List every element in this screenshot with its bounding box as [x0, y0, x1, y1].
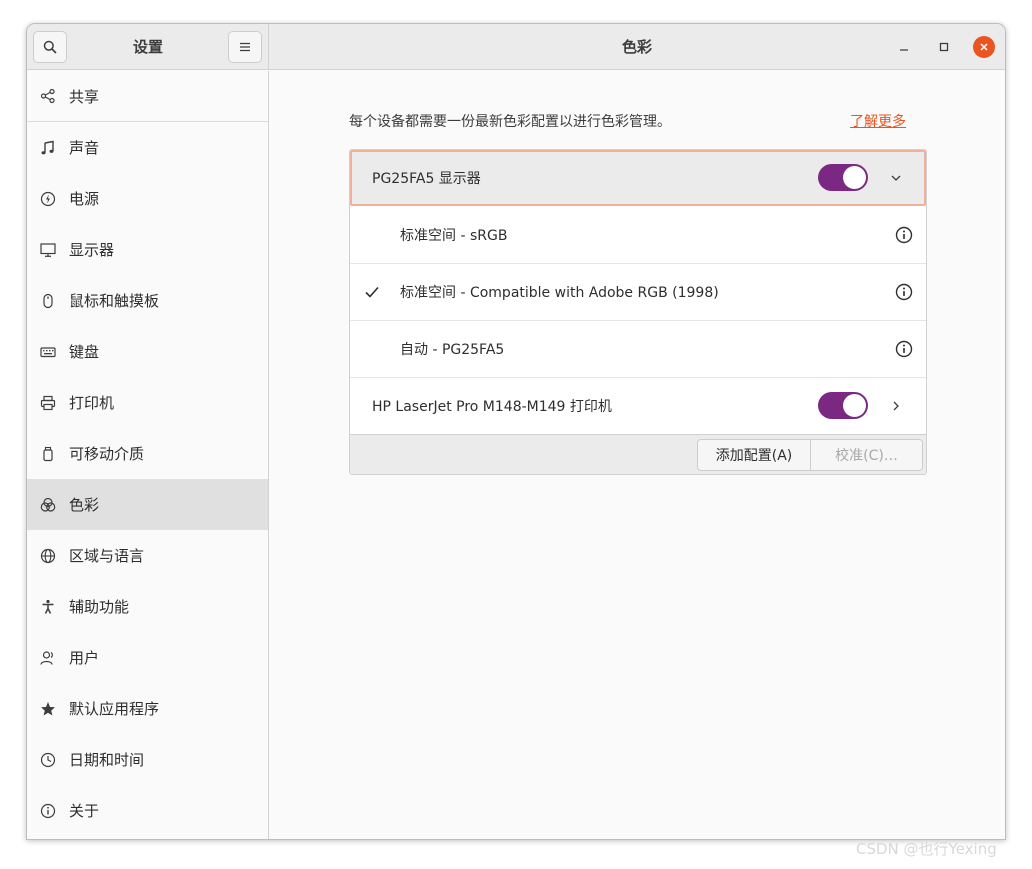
sidebar-item-mouse-touchpad[interactable]: 鼠标和触摸板 — [27, 275, 268, 326]
main-header: 色彩 — [269, 24, 1005, 70]
sidebar-item-label: 关于 — [69, 802, 100, 820]
watermark: CSDN @也行Yexing — [856, 840, 997, 858]
sidebar-item-accessibility[interactable]: 辅助功能 — [27, 581, 268, 632]
settings-window: 设置 色彩 共享 声音 电源 显示器 鼠标和触摸板 键盘 打印机 可移动介质 色… — [26, 23, 1006, 840]
device-row-printer[interactable]: HP LaserJet Pro M148-M149 打印机 — [350, 378, 926, 435]
sidebar-item-label: 辅助功能 — [69, 598, 130, 616]
users-icon — [40, 650, 56, 666]
sidebar-item-power[interactable]: 电源 — [27, 173, 268, 224]
close-button[interactable] — [973, 36, 995, 58]
sidebar-item-users[interactable]: 用户 — [27, 632, 268, 683]
clock-icon — [40, 752, 56, 768]
info-icon[interactable] — [895, 340, 913, 358]
printer-icon — [40, 395, 56, 411]
toggle-knob — [843, 394, 866, 417]
keyboard-icon — [40, 344, 56, 360]
share-icon — [40, 88, 56, 104]
profile-label: 标准空间 - sRGB — [400, 228, 508, 244]
sidebar-item-label: 日期和时间 — [69, 751, 145, 769]
sidebar-item-label: 打印机 — [69, 394, 115, 412]
device-name: PG25FA5 显示器 — [372, 171, 481, 187]
device-list: PG25FA5 显示器 标准空间 - sRGB 标准空间 - Compatibl… — [349, 149, 927, 475]
checkmark-icon — [365, 286, 379, 298]
sidebar-item-region-language[interactable]: 区域与语言 — [27, 530, 268, 581]
sidebar-item-label: 鼠标和触摸板 — [69, 292, 160, 310]
removable-media-icon — [40, 446, 56, 462]
hamburger-menu-icon — [240, 42, 250, 52]
toggle-knob — [843, 166, 866, 189]
profile-row[interactable]: 自动 - PG25FA5 — [350, 321, 926, 378]
device-name: HP LaserJet Pro M148-M149 打印机 — [372, 399, 612, 415]
mouse-icon — [40, 293, 56, 309]
sidebar-item-label: 可移动介质 — [69, 445, 145, 463]
sidebar-item-label: 声音 — [69, 139, 100, 157]
maximize-icon — [939, 42, 949, 52]
power-icon — [40, 191, 56, 207]
sidebar-item-label: 键盘 — [69, 343, 100, 361]
sidebar-item-label: 电源 — [69, 190, 100, 208]
add-profile-button[interactable]: 添加配置(A) — [697, 439, 811, 471]
sidebar-item-label: 显示器 — [69, 241, 115, 259]
learn-more-link[interactable]: 了解更多 — [850, 111, 906, 131]
sidebar-item-displays[interactable]: 显示器 — [27, 224, 268, 275]
sidebar-item-keyboard[interactable]: 键盘 — [27, 326, 268, 377]
sidebar-item-printers[interactable]: 打印机 — [27, 377, 268, 428]
device-row-monitor[interactable]: PG25FA5 显示器 — [350, 150, 926, 206]
info-icon[interactable] — [895, 226, 913, 244]
sidebar-item-date-time[interactable]: 日期和时间 — [27, 734, 268, 785]
info-icon[interactable] — [895, 283, 913, 301]
music-note-icon — [40, 140, 56, 156]
minimize-button[interactable] — [893, 36, 915, 58]
sidebar-item-sharing[interactable]: 共享 — [27, 71, 268, 122]
sidebar-item-label: 用户 — [69, 649, 100, 667]
action-bar: 添加配置(A) 校准(C)… — [350, 434, 926, 474]
sidebar-item-label: 色彩 — [69, 496, 100, 514]
star-icon — [40, 701, 56, 717]
device-toggle-printer[interactable] — [818, 392, 868, 419]
menu-button[interactable] — [228, 31, 262, 63]
profile-row[interactable]: 标准空间 - sRGB — [350, 207, 926, 264]
profile-row[interactable]: 标准空间 - Compatible with Adobe RGB (1998) — [350, 264, 926, 321]
sidebar-item-removable-media[interactable]: 可移动介质 — [27, 428, 268, 479]
profile-label: 自动 - PG25FA5 — [400, 342, 505, 358]
accessibility-icon — [40, 599, 56, 615]
sidebar-item-label: 默认应用程序 — [69, 700, 160, 718]
calibrate-button[interactable]: 校准(C)… — [810, 439, 923, 471]
minimize-icon — [900, 49, 908, 51]
sidebar-item-label: 区域与语言 — [69, 547, 145, 565]
sidebar-header: 设置 — [27, 24, 269, 70]
intro-text: 每个设备都需要一份最新色彩配置以进行色彩管理。 — [349, 114, 671, 130]
sidebar-item-default-apps[interactable]: 默认应用程序 — [27, 683, 268, 734]
sidebar: 共享 声音 电源 显示器 鼠标和触摸板 键盘 打印机 可移动介质 色彩 区域与语… — [27, 71, 269, 839]
chevron-right-icon[interactable] — [888, 398, 904, 414]
info-icon — [40, 803, 56, 819]
device-toggle-monitor[interactable] — [818, 164, 868, 191]
color-icon — [40, 497, 56, 513]
sidebar-item-label: 共享 — [69, 87, 100, 106]
chevron-down-icon[interactable] — [888, 170, 904, 186]
globe-icon — [40, 548, 56, 564]
display-icon — [40, 242, 56, 258]
sidebar-item-color[interactable]: 色彩 — [27, 479, 268, 530]
close-icon — [980, 43, 988, 51]
sidebar-item-sound[interactable]: 声音 — [27, 122, 268, 173]
sidebar-item-about[interactable]: 关于 — [27, 785, 268, 836]
maximize-button[interactable] — [933, 36, 955, 58]
profile-label: 标准空间 - Compatible with Adobe RGB (1998) — [400, 285, 719, 301]
